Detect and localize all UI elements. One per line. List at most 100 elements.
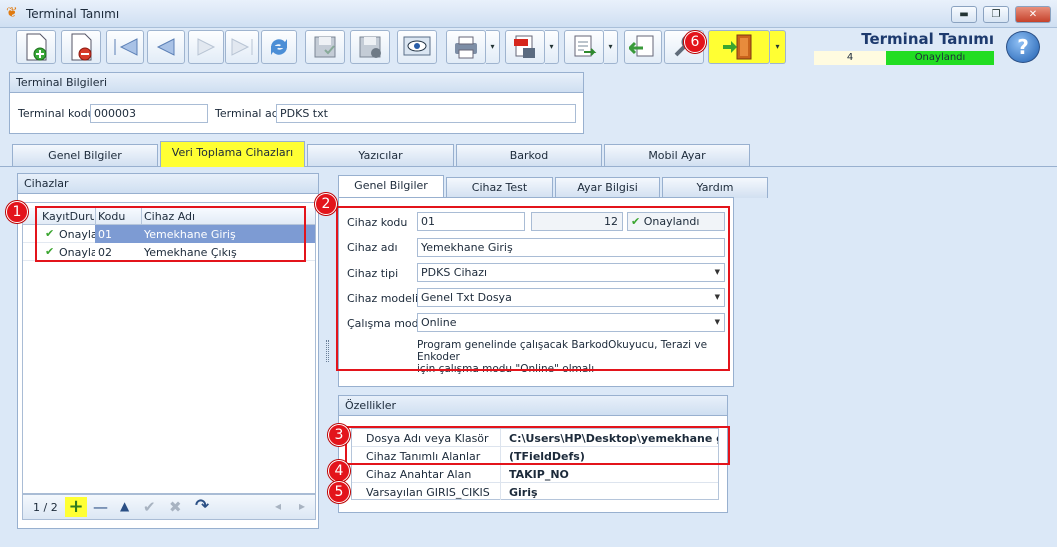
save-icon bbox=[314, 36, 336, 58]
previous-record-button[interactable] bbox=[147, 30, 185, 64]
property-row[interactable]: Varsayılan GIRIS_CIKIS Giriş bbox=[352, 483, 718, 500]
terminal-info-panel: Terminal Bilgileri Terminal kodu 000003 … bbox=[9, 72, 584, 134]
app-butterfly-icon: ❦ bbox=[6, 5, 18, 21]
terminal-name-label: Terminal adı bbox=[215, 107, 282, 120]
terminal-info-header: Terminal Bilgileri bbox=[10, 73, 583, 93]
pdf-export-dropdown[interactable]: ▾ bbox=[545, 30, 559, 64]
subtab-cihaz-test[interactable]: Cihaz Test bbox=[446, 177, 553, 198]
import-icon bbox=[629, 35, 654, 57]
scroll-left-button[interactable]: ◂ bbox=[275, 499, 281, 513]
tab-veri-toplama-cihazlari[interactable]: Veri Toplama Cihazları bbox=[160, 141, 305, 167]
preview-icon bbox=[403, 36, 431, 56]
property-divider bbox=[500, 465, 501, 483]
record-number: 4 bbox=[814, 51, 886, 65]
add-row-button[interactable]: + bbox=[65, 497, 87, 517]
first-record-button[interactable] bbox=[106, 30, 144, 64]
property-row[interactable]: Cihaz Anahtar Alan TAKIP_NO bbox=[352, 465, 718, 483]
exit-door-icon bbox=[723, 34, 752, 60]
tab-barkod[interactable]: Barkod bbox=[456, 144, 602, 166]
redo-icon: ↷ bbox=[195, 496, 210, 516]
move-up-button[interactable]: ▲ bbox=[120, 499, 129, 513]
plus-icon: + bbox=[68, 496, 84, 517]
tab-genel-bilgiler[interactable]: Genel Bilgiler bbox=[12, 144, 158, 166]
terminal-name-field[interactable]: PDKS txt bbox=[276, 104, 576, 123]
close-window-button[interactable]: ✕ bbox=[1015, 6, 1051, 23]
print-button[interactable] bbox=[446, 30, 486, 64]
cancel-save-icon bbox=[359, 36, 381, 58]
callout-box-3 bbox=[345, 426, 730, 465]
properties-header: Özellikler bbox=[339, 396, 727, 416]
chevron-right-icon: ▸ bbox=[299, 499, 306, 513]
property-divider bbox=[500, 483, 501, 500]
pdf-export-button[interactable] bbox=[505, 30, 545, 64]
delete-record-button[interactable] bbox=[61, 30, 101, 64]
callout-badge-1: 1 bbox=[6, 201, 28, 223]
pdf-export-icon bbox=[514, 35, 535, 58]
exit-dropdown[interactable]: ▾ bbox=[770, 30, 786, 64]
confirm-row-button[interactable]: ✔ bbox=[143, 498, 156, 516]
devices-navigator: 1 / 2 + — ▲ ✔ ✖ ↷ ◂ ▸ bbox=[22, 494, 316, 520]
help-icon: ? bbox=[1017, 35, 1029, 59]
status-badge: Onaylandı bbox=[886, 51, 994, 65]
minus-icon: — bbox=[93, 498, 108, 516]
delete-record-icon bbox=[71, 33, 92, 61]
save-button[interactable] bbox=[305, 30, 345, 64]
print-dropdown[interactable]: ▾ bbox=[486, 30, 500, 64]
print-icon bbox=[455, 36, 477, 59]
previous-record-icon bbox=[156, 38, 175, 56]
devices-panel: Cihazlar KayıtDurumu Kodu Cihaz Adı ✔ On… bbox=[17, 173, 319, 529]
refresh-icon bbox=[271, 39, 287, 55]
callout-box-2 bbox=[336, 206, 730, 371]
check-icon: ✔ bbox=[143, 498, 156, 516]
pager-text: 1 / 2 bbox=[33, 501, 58, 514]
devices-header: Cihazlar bbox=[18, 174, 318, 194]
callout-badge-3: 3 bbox=[328, 424, 350, 446]
help-button[interactable]: ? bbox=[1006, 31, 1040, 63]
last-record-button[interactable] bbox=[225, 30, 259, 64]
callout-badge-5: 5 bbox=[328, 481, 350, 503]
tab-yazicilar[interactable]: Yazıcılar bbox=[307, 144, 454, 166]
window-title: Terminal Tanımı bbox=[26, 7, 120, 21]
next-record-icon bbox=[197, 38, 216, 56]
new-record-button[interactable] bbox=[16, 30, 56, 64]
x-icon: ✖ bbox=[169, 498, 182, 516]
subtab-yardim[interactable]: Yardım bbox=[662, 177, 768, 198]
chevron-left-icon: ◂ bbox=[275, 499, 282, 513]
preview-button[interactable] bbox=[397, 30, 437, 64]
property-name: Cihaz Anahtar Alan bbox=[366, 468, 472, 481]
remove-row-button[interactable]: — bbox=[93, 498, 108, 516]
scroll-right-button[interactable]: ▸ bbox=[299, 499, 305, 513]
cancel-save-button[interactable] bbox=[350, 30, 390, 64]
terminal-code-label: Terminal kodu bbox=[18, 107, 95, 120]
refresh-button[interactable] bbox=[261, 30, 297, 64]
subtab-ayar-bilgisi[interactable]: Ayar Bilgisi bbox=[555, 177, 660, 198]
splitter-handle[interactable] bbox=[326, 340, 329, 362]
property-value[interactable]: Giriş bbox=[509, 486, 538, 499]
export-icon bbox=[574, 35, 597, 57]
callout-badge-4: 4 bbox=[328, 460, 350, 482]
first-record-icon bbox=[114, 38, 138, 56]
device-form-panel: Cihaz kodu 01 12 ✔ Onaylandı Cihaz adı Y… bbox=[336, 197, 734, 387]
callout-badge-6: 6 bbox=[684, 31, 706, 53]
last-record-icon bbox=[231, 38, 253, 56]
new-record-icon bbox=[26, 33, 47, 61]
subtab-genel-bilgiler[interactable]: Genel Bilgiler bbox=[338, 175, 444, 198]
cancel-row-button[interactable]: ✖ bbox=[169, 498, 182, 516]
next-record-button[interactable] bbox=[188, 30, 224, 64]
property-value[interactable]: TAKIP_NO bbox=[509, 468, 569, 481]
window-titlebar: ❦ Terminal Tanımı ▬ ❐ ✕ bbox=[0, 0, 1057, 28]
import-button[interactable] bbox=[624, 30, 662, 64]
arrow-up-icon: ▲ bbox=[120, 499, 130, 513]
tab-mobil-ayar[interactable]: Mobil Ayar bbox=[604, 144, 750, 166]
exit-button[interactable] bbox=[708, 30, 770, 64]
header-title: Terminal Tanımı bbox=[861, 30, 994, 48]
terminal-code-field[interactable]: 000003 bbox=[90, 104, 208, 123]
property-name: Varsayılan GIRIS_CIKIS bbox=[366, 486, 490, 499]
refresh-row-button[interactable]: ↷ bbox=[195, 496, 209, 516]
maximize-button[interactable]: ❐ bbox=[983, 6, 1009, 23]
callout-box-1 bbox=[35, 206, 306, 262]
export-dropdown[interactable]: ▾ bbox=[604, 30, 618, 64]
minimize-button[interactable]: ▬ bbox=[951, 6, 977, 23]
export-button[interactable] bbox=[564, 30, 604, 64]
callout-badge-2: 2 bbox=[315, 193, 337, 215]
